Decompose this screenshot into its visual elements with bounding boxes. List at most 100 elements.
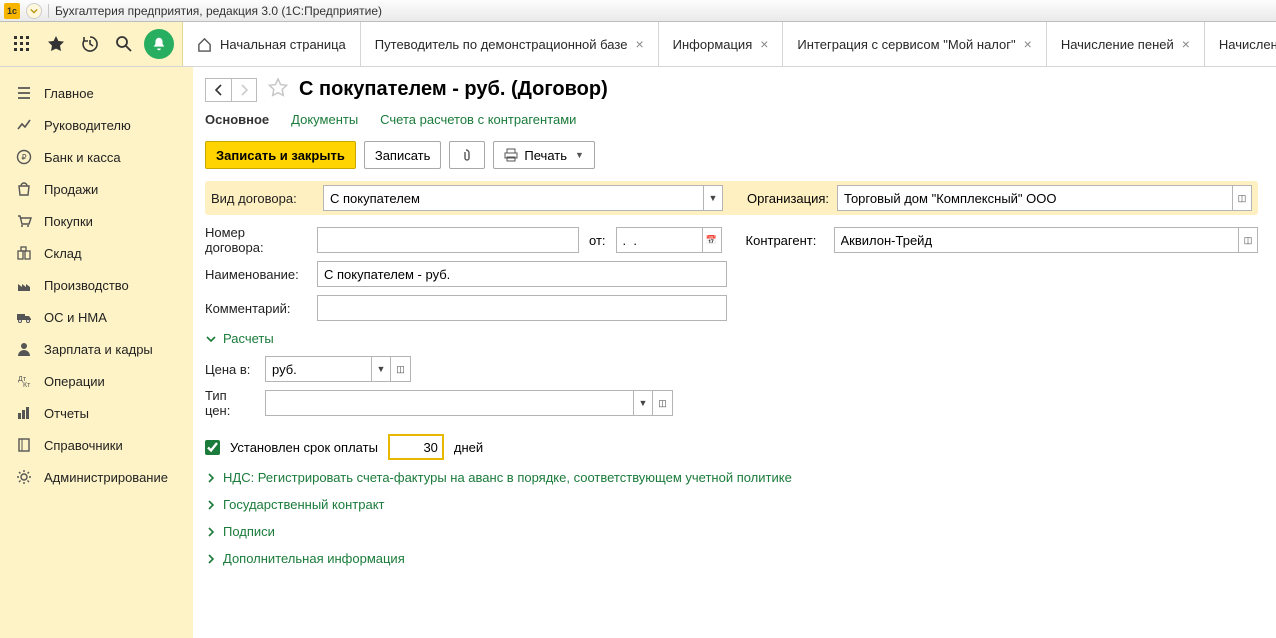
app-menu-dropdown[interactable]: [26, 3, 42, 19]
notifications-bell-icon[interactable]: [144, 29, 174, 59]
search-icon[interactable]: [110, 30, 138, 58]
subtab-documents[interactable]: Документы: [291, 112, 358, 127]
sidebar-item-sales[interactable]: Продажи: [0, 173, 193, 205]
from-label: от:: [589, 233, 606, 248]
warehouse-icon: [16, 245, 32, 261]
organization-input[interactable]: [837, 185, 1232, 211]
name-input[interactable]: [317, 261, 727, 287]
row-name: Наименование:: [205, 257, 1258, 291]
tab-item-3[interactable]: Начисление пеней×: [1047, 22, 1205, 66]
person-icon: [16, 341, 32, 357]
tab-home-label: Начальная страница: [220, 37, 346, 52]
days-label: дней: [454, 440, 483, 455]
counterparty-input[interactable]: [834, 227, 1238, 253]
content: С покупателем - руб. (Договор) Основное …: [193, 67, 1276, 638]
tab-item-4[interactable]: Начисление пеней: [1205, 22, 1276, 66]
page-title: С покупателем - руб. (Договор): [299, 78, 608, 101]
sidebar-item-admin[interactable]: Администрирование: [0, 461, 193, 493]
star-icon[interactable]: [42, 30, 70, 58]
close-icon[interactable]: ×: [1024, 36, 1032, 52]
open-icon[interactable]: ◫: [653, 390, 673, 416]
counterparty-label: Контрагент:: [746, 233, 826, 248]
sub-tabs: Основное Документы Счета расчетов с конт…: [205, 112, 1258, 127]
row-price-type: Тип цен: ▼ ◫: [205, 386, 1258, 420]
payment-term-days-input[interactable]: [388, 434, 444, 460]
sidebar-item-purchases[interactable]: Покупки: [0, 205, 193, 237]
history-icon[interactable]: [76, 30, 104, 58]
sidebar-item-warehouse[interactable]: Склад: [0, 237, 193, 269]
tab-item-2[interactable]: Интеграция с сервисом "Мой налог"×: [783, 22, 1046, 66]
quick-access: [0, 22, 183, 66]
top-bar: Начальная страница Путеводитель по демон…: [0, 22, 1276, 67]
sidebar-item-hr[interactable]: Зарплата и кадры: [0, 333, 193, 365]
close-icon[interactable]: ×: [635, 36, 643, 52]
price-type-label: Тип цен:: [205, 388, 255, 418]
organization-label: Организация:: [747, 191, 829, 206]
expander-extra[interactable]: Дополнительная информация: [205, 545, 1258, 572]
save-and-close-button[interactable]: Записать и закрыть: [205, 141, 356, 169]
calendar-icon[interactable]: 📅: [702, 227, 722, 253]
nav-back-button[interactable]: [205, 78, 231, 102]
comment-input[interactable]: [317, 295, 727, 321]
payment-term-checkbox[interactable]: [205, 440, 220, 455]
expander-nds[interactable]: НДС: Регистрировать счета-фактуры на ава…: [205, 464, 1258, 491]
open-icon[interactable]: ◫: [1238, 227, 1258, 253]
apps-icon[interactable]: [8, 30, 36, 58]
ops-icon: ДтКт: [16, 373, 32, 389]
subtab-accounts[interactable]: Счета расчетов с контрагентами: [380, 112, 576, 127]
attach-button[interactable]: [449, 141, 485, 169]
ruble-icon: ₽: [16, 149, 32, 165]
tab-item-1[interactable]: Информация×: [659, 22, 784, 66]
page-header: С покупателем - руб. (Договор): [205, 77, 1258, 102]
tab-home[interactable]: Начальная страница: [183, 22, 361, 66]
dropdown-icon[interactable]: ▼: [703, 185, 723, 211]
comment-label: Комментарий:: [205, 301, 307, 316]
contract-type-input[interactable]: [323, 185, 703, 211]
chevron-down-icon: ▼: [575, 150, 584, 160]
tab-item-0[interactable]: Путеводитель по демонстрационной базе×: [361, 22, 659, 66]
expander-gov-contract[interactable]: Государственный контракт: [205, 491, 1258, 518]
cart-icon: [16, 213, 32, 229]
chart-icon: [16, 117, 32, 133]
row-payment-term: Установлен срок оплаты дней: [205, 430, 1258, 464]
sidebar-item-production[interactable]: Производство: [0, 269, 193, 301]
sidebar-item-manager[interactable]: Руководителю: [0, 109, 193, 141]
subtab-main[interactable]: Основное: [205, 112, 269, 127]
contract-type-label: Вид договора:: [211, 191, 313, 206]
dropdown-icon[interactable]: ▼: [633, 390, 653, 416]
number-input[interactable]: [317, 227, 579, 253]
expander-calculations[interactable]: Расчеты: [205, 325, 1258, 352]
sidebar-item-bank[interactable]: ₽Банк и касса: [0, 141, 193, 173]
menu-icon: [16, 85, 32, 101]
favorite-star-icon[interactable]: [267, 77, 289, 102]
close-icon[interactable]: ×: [1182, 36, 1190, 52]
price-in-input[interactable]: [265, 356, 371, 382]
sidebar-item-main[interactable]: Главное: [0, 77, 193, 109]
truck-icon: [16, 309, 32, 325]
gear-icon: [16, 469, 32, 485]
separator: [48, 4, 49, 18]
name-label: Наименование:: [205, 267, 307, 282]
price-type-input[interactable]: [265, 390, 633, 416]
tabs-row: Начальная страница Путеводитель по демон…: [183, 22, 1276, 66]
app-icon: 1c: [4, 3, 20, 19]
svg-text:Кт: Кт: [23, 382, 31, 389]
expander-signatures[interactable]: Подписи: [205, 518, 1258, 545]
nav-forward-button[interactable]: [231, 78, 257, 102]
sidebar-item-ops[interactable]: ДтКтОперации: [0, 365, 193, 397]
row-comment: Комментарий:: [205, 291, 1258, 325]
window-title: Бухгалтерия предприятия, редакция 3.0 (1…: [55, 4, 382, 18]
sidebar-item-assets[interactable]: ОС и НМА: [0, 301, 193, 333]
date-input[interactable]: [616, 227, 702, 253]
sidebar-item-catalogs[interactable]: Справочники: [0, 429, 193, 461]
open-icon[interactable]: ◫: [391, 356, 411, 382]
close-icon[interactable]: ×: [760, 36, 768, 52]
dropdown-icon[interactable]: ▼: [371, 356, 391, 382]
sidebar-item-reports[interactable]: Отчеты: [0, 397, 193, 429]
bag-icon: [16, 181, 32, 197]
report-icon: [16, 405, 32, 421]
form: Вид договора: ▼ Организация: ◫ Номер дог…: [205, 181, 1258, 572]
open-icon[interactable]: ◫: [1232, 185, 1252, 211]
save-button[interactable]: Записать: [364, 141, 442, 169]
print-button[interactable]: Печать▼: [493, 141, 595, 169]
